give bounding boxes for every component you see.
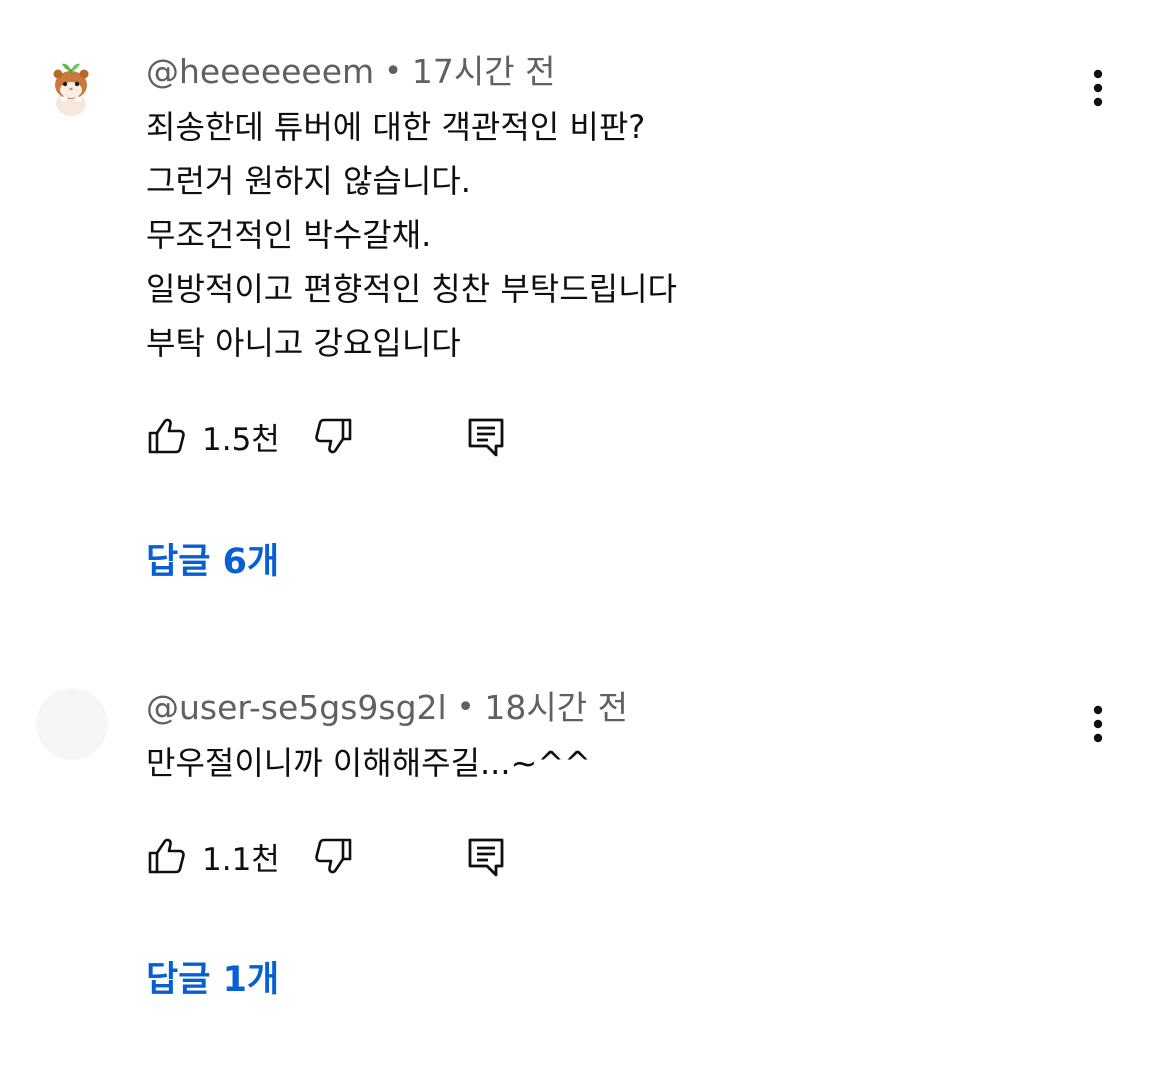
- view-replies-link[interactable]: 답글 1개: [146, 958, 279, 1002]
- author-handle[interactable]: @user-se5gs9sg2l: [146, 688, 447, 727]
- comment-line: 만우절이니까 이해해주길...~^^: [146, 744, 591, 782]
- thumbs-down-icon: [315, 838, 352, 874]
- reply-button[interactable]: [466, 416, 506, 462]
- reply-button[interactable]: [466, 836, 506, 882]
- view-replies-link[interactable]: 답글 6개: [146, 540, 279, 584]
- comment-meta: @user-se5gs9sg2l • 18시간 전: [146, 688, 628, 730]
- more-options-button[interactable]: [1076, 60, 1120, 116]
- comment-text: 죄송한데 튜버에 대한 객관적인 비판? 그런거 원하지 않습니다. 무조건적인…: [146, 100, 677, 370]
- more-vert-icon: [1093, 705, 1103, 743]
- comment-time[interactable]: 17시간 전: [412, 52, 556, 91]
- more-vert-icon: [1093, 69, 1103, 107]
- like-button[interactable]: 1.5천: [146, 412, 280, 460]
- comment-line: 죄송한데 튜버에 대한 객관적인 비판?: [146, 108, 646, 146]
- dislike-button[interactable]: [314, 416, 354, 460]
- avatar[interactable]: [36, 52, 108, 124]
- hamster-avatar-icon: [36, 52, 108, 124]
- comment: @heeeeeeem • 17시간 전 죄송한데 튜버에 대한 객관적인 비판? 그…: [0, 0, 1170, 620]
- comment-meta: @heeeeeeem • 17시간 전: [146, 52, 555, 94]
- comment-line: 무조건적인 박수갈채.: [146, 216, 432, 254]
- comment-actions: 1.5천: [146, 412, 546, 460]
- comment-actions: 1.1천: [146, 832, 546, 880]
- meta-separator: •: [456, 690, 475, 725]
- author-handle[interactable]: @heeeeeeem: [146, 52, 374, 91]
- comment-text: 만우절이니까 이해해주길...~^^: [146, 736, 591, 790]
- dislike-button[interactable]: [314, 836, 354, 880]
- thumbs-down-icon: [315, 418, 352, 454]
- comment-line: 그런거 원하지 않습니다.: [146, 162, 471, 200]
- avatar[interactable]: [36, 688, 108, 760]
- more-options-button[interactable]: [1076, 696, 1120, 752]
- comment-reply-icon: [468, 838, 504, 877]
- like-count: 1.5천: [202, 421, 280, 458]
- meta-separator: •: [384, 54, 402, 89]
- like-button[interactable]: 1.1천: [146, 832, 280, 880]
- comment-time[interactable]: 18시간 전: [484, 688, 628, 727]
- comment-reply-icon: [468, 418, 504, 457]
- thumbs-up-icon: [148, 838, 185, 874]
- comment-line: 부탁 아니고 강요입니다: [146, 324, 461, 362]
- like-count: 1.1천: [202, 841, 280, 878]
- comment-line: 일방적이고 편향적인 칭찬 부탁드립니다: [146, 270, 677, 308]
- thumbs-up-icon: [148, 418, 185, 454]
